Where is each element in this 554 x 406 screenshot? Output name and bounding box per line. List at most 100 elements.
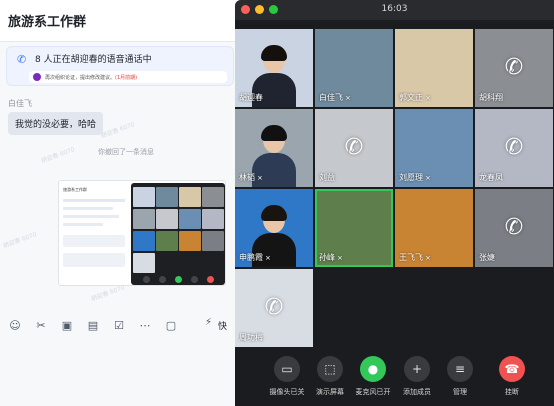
participant-tile[interactable]: 孙峰 ⨯ bbox=[315, 189, 393, 267]
call-banner-text: 8 人正在胡迎春的语音通话中 bbox=[35, 55, 152, 65]
phone-icon: ✆ bbox=[264, 295, 284, 320]
participant-hair bbox=[261, 125, 287, 141]
avatar bbox=[33, 73, 41, 81]
mic-muted-icon: ⨯ bbox=[265, 254, 271, 262]
participant-name-text: 白佳飞 bbox=[319, 93, 343, 102]
participant-name: 刘愿理 ⨯ bbox=[399, 172, 431, 183]
doc-icon[interactable]: ▢ bbox=[164, 319, 178, 333]
note-icon[interactable]: ▤ bbox=[86, 319, 100, 333]
participant-tile[interactable]: 申鹏霞 ⨯ bbox=[235, 189, 313, 267]
phone-icon: ✆ bbox=[504, 135, 524, 160]
emoji-icon[interactable]: ☺ bbox=[8, 319, 22, 333]
thumbnail-cell bbox=[179, 209, 201, 229]
mic-muted-icon: ⨯ bbox=[257, 174, 263, 182]
watermark: 胡迎春 6070 bbox=[2, 231, 38, 250]
participant-name-text: 张婕 bbox=[479, 253, 495, 262]
more-icon[interactable]: ⋯ bbox=[138, 319, 152, 333]
participant-tile[interactable]: ✆ 刘益 bbox=[315, 109, 393, 187]
participant-grid: 胡迎春 白佳飞 ⨯ 郭文正 ⨯ ✆ 胡科翔 林韬 ⨯ ✆ 刘益 刘愿理 ⨯ ✆ 龙春凤 申鹏霞 ⨯ 孙峰 ⨯ 王飞飞 ⨯… bbox=[235, 29, 554, 347]
scissors-icon[interactable]: ✂ bbox=[34, 319, 48, 333]
participant-name: 刘益 bbox=[319, 172, 335, 183]
thumbnail-cell bbox=[202, 187, 224, 207]
participant-hair bbox=[261, 205, 287, 221]
subcard-highlight: (1月前期) bbox=[115, 74, 138, 81]
thumbnail-cell bbox=[202, 209, 224, 229]
participant-name-text: 申鹏霞 bbox=[239, 253, 263, 262]
participant-name: 胡迎春 bbox=[239, 92, 263, 103]
mic-muted-icon: ⨯ bbox=[425, 94, 431, 102]
hangup-button[interactable]: ☎ 挂断 bbox=[487, 356, 537, 397]
message-sender: 白佳飞 bbox=[8, 99, 32, 108]
thumbnail-control bbox=[143, 276, 150, 283]
participant-name: 孙峰 ⨯ bbox=[319, 252, 343, 263]
participant-tile[interactable]: 郭文正 ⨯ bbox=[395, 29, 473, 107]
phone-icon: ✆ bbox=[344, 135, 364, 160]
participant-tile[interactable]: ✆ 胡科翔 bbox=[475, 29, 553, 107]
thumbnail-cell bbox=[133, 209, 155, 229]
participant-name: 王飞飞 ⨯ bbox=[399, 252, 431, 263]
participant-tile[interactable]: 林韬 ⨯ bbox=[235, 109, 313, 187]
manage-icon[interactable]: ≡ bbox=[447, 356, 473, 382]
thumbnail-cell bbox=[156, 209, 178, 229]
participant-name-text: 周功梅 bbox=[239, 333, 263, 342]
thumbnail-cell bbox=[133, 253, 155, 273]
hangup-icon[interactable]: ☎ bbox=[499, 356, 525, 382]
call-banner-subcard: 再次组织论证，提出修改建议。 (1月前期) bbox=[29, 71, 227, 83]
thumbnail-control bbox=[175, 276, 182, 283]
participant-tile[interactable]: ✆ 龙春凤 bbox=[475, 109, 553, 187]
add-member-icon[interactable]: + bbox=[404, 356, 430, 382]
participant-tile[interactable]: ✆ 周功梅 bbox=[235, 269, 313, 347]
chat-title: 旅游系工作群 bbox=[0, 0, 239, 42]
participant-name: 白佳飞 ⨯ bbox=[319, 92, 351, 103]
image-icon[interactable]: ▣ bbox=[60, 319, 74, 333]
control-label: 管理 bbox=[453, 388, 467, 396]
thumbnail-line bbox=[63, 215, 119, 218]
quick-action-label[interactable]: 快 bbox=[218, 319, 227, 332]
thumbnail-line bbox=[63, 223, 103, 226]
thumbnail-title: 旅游系工作群 bbox=[63, 187, 87, 192]
mic-muted-icon: ⨯ bbox=[337, 254, 343, 262]
participant-name: 周功梅 bbox=[239, 332, 263, 343]
call-titlebar: 16:03 bbox=[235, 0, 554, 20]
participant-hair bbox=[261, 45, 287, 61]
participant-name-text: 林韬 bbox=[239, 173, 255, 182]
participant-tile[interactable]: 王飞飞 ⨯ bbox=[395, 189, 473, 267]
camera-off-icon[interactable]: ▭ bbox=[274, 356, 300, 382]
screen-share-icon[interactable]: ⬚ bbox=[317, 356, 343, 382]
participant-name-text: 孙峰 bbox=[319, 253, 335, 262]
desktop: 旅游系工作群 ✆ 8 人正在胡迎春的语音通话中 再次组织论证，提出修改建议。 (… bbox=[0, 0, 554, 406]
microphone-button[interactable]: ● 麦克风已开 bbox=[348, 356, 398, 397]
message-bubble[interactable]: 我觉的没必要，哈哈 bbox=[8, 112, 104, 135]
thumbnail-cell bbox=[202, 231, 224, 251]
thumbnail-control bbox=[159, 276, 166, 283]
participant-name: 林韬 ⨯ bbox=[239, 172, 263, 183]
mic-muted-icon: ⨯ bbox=[425, 254, 431, 262]
participant-name-text: 王飞飞 bbox=[399, 253, 423, 262]
participant-name: 郭文正 ⨯ bbox=[399, 92, 431, 103]
mic-muted-icon: ⨯ bbox=[425, 174, 431, 182]
phone-icon: ✆ bbox=[504, 215, 524, 240]
thumbnail-cell bbox=[133, 187, 155, 207]
watermark: 胡迎春 6070 bbox=[100, 121, 136, 140]
participant-tile[interactable]: ✆ 张婕 bbox=[475, 189, 553, 267]
thumbnail-control bbox=[207, 276, 214, 283]
quick-action-icon[interactable]: ⚡ bbox=[205, 317, 212, 328]
microphone-icon[interactable]: ● bbox=[360, 356, 386, 382]
participant-tile[interactable]: 白佳飞 ⨯ bbox=[315, 29, 393, 107]
composer-toolbar: ☺ ✂ ▣ ▤ ☑ ⋯ ▢ bbox=[0, 312, 240, 340]
control-label: 麦克风已开 bbox=[355, 388, 391, 396]
participant-name: 龙春凤 bbox=[479, 172, 503, 183]
manage-button[interactable]: ≡ 管理 bbox=[435, 356, 485, 397]
task-icon[interactable]: ☑ bbox=[112, 319, 126, 333]
ongoing-call-banner[interactable]: ✆ 8 人正在胡迎春的语音通话中 再次组织论证，提出修改建议。 (1月前期) bbox=[6, 46, 234, 86]
thumbnail-cell bbox=[179, 187, 201, 207]
participant-tile[interactable]: 刘愿理 ⨯ bbox=[395, 109, 473, 187]
chat-window: 旅游系工作群 ✆ 8 人正在胡迎春的语音通话中 再次组织论证，提出修改建议。 (… bbox=[0, 0, 240, 406]
participant-tile[interactable]: 胡迎春 bbox=[235, 29, 313, 107]
participant-name-text: 刘益 bbox=[319, 173, 335, 182]
participant-name-text: 郭文正 bbox=[399, 93, 423, 102]
participant-name-text: 胡科翔 bbox=[479, 93, 503, 102]
participant-name: 申鹏霞 ⨯ bbox=[239, 252, 271, 263]
thumbnail-cell bbox=[156, 187, 178, 207]
screenshot-thumbnail[interactable]: 旅游系工作群 bbox=[58, 180, 226, 286]
